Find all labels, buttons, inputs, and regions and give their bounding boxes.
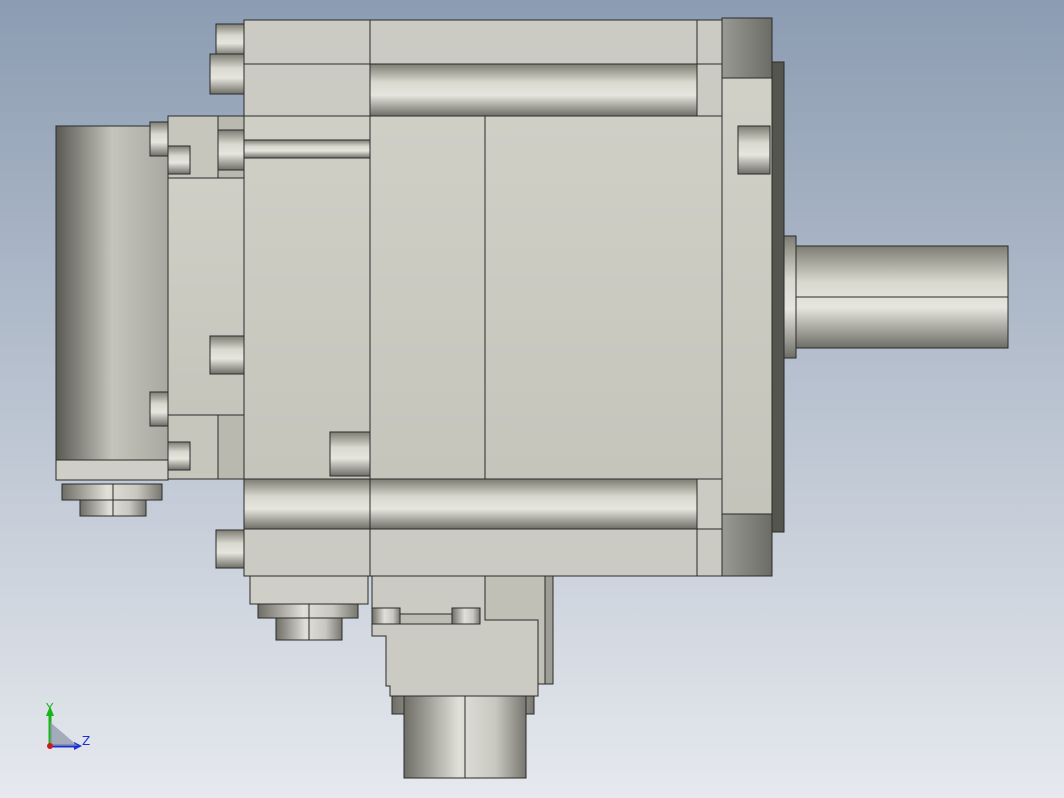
encoder-connector-nut	[61, 483, 163, 501]
y-axis-label: Y	[45, 701, 54, 715]
flange-bolt	[737, 125, 771, 175]
power-terminal-box	[249, 575, 369, 605]
shaft-shoulder	[783, 235, 797, 359]
x-axis-dot	[47, 743, 53, 749]
encoder-base	[55, 459, 169, 481]
cad-viewport[interactable]: Y Z	[0, 0, 1064, 798]
z-axis-label: Z	[82, 734, 90, 748]
front-flange	[721, 17, 773, 577]
